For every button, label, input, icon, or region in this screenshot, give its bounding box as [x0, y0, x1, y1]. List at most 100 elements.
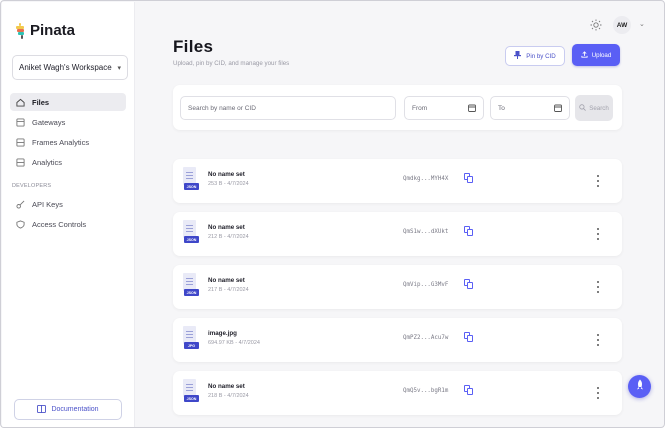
more-options-icon[interactable] — [596, 334, 599, 346]
brand-name: Pinata — [30, 22, 76, 39]
page-title: Files — [173, 37, 214, 56]
file-cid: QmVip...G3MvF — [403, 282, 449, 288]
copy-icon[interactable] — [464, 226, 474, 236]
workspace-name: Aniket Wagh's Workspace — [19, 63, 112, 72]
copy-icon[interactable] — [464, 173, 474, 183]
json-file-icon: JSON — [183, 220, 199, 244]
file-name[interactable]: No name set — [208, 383, 245, 390]
file-date: 4/7/2024 — [227, 234, 249, 240]
shield-icon — [16, 219, 25, 229]
sidebar: Pinata Aniket Wagh's Workspace ▾ Files G… — [2, 2, 135, 427]
search-placeholder: Search by name or CID — [188, 104, 256, 112]
file-meta: 694.97 KB - 4/7/2024 — [208, 340, 260, 346]
sidebar-item-access-controls[interactable]: Access Controls — [10, 215, 126, 233]
chevron-down-icon: ▾ — [117, 64, 121, 72]
upload-label: Upload — [591, 51, 612, 59]
more-options-icon[interactable] — [596, 228, 599, 240]
sidebar-item-api-keys[interactable]: API Keys — [10, 195, 126, 213]
chevron-down-icon[interactable]: ⌄ — [639, 20, 645, 28]
file-type-badge: JSON — [184, 183, 199, 190]
file-cid: QmQ5v...bgR1m — [403, 388, 449, 394]
search-button-label: Search — [589, 104, 609, 112]
file-name[interactable]: image.jpg — [208, 330, 237, 337]
file-date: 4/7/2024 — [227, 181, 249, 187]
file-row[interactable]: JSON No name set 253 B - 4/7/2024 Qmdkg.… — [173, 159, 622, 203]
file-cid: Qmdkg...MYH4X — [403, 176, 449, 182]
file-date: 4/7/2024 — [227, 393, 249, 399]
sidebar-item-frames-analytics[interactable]: Frames Analytics — [10, 133, 126, 151]
file-row[interactable]: JSON No name set 217 B - 4/7/2024 QmVip.… — [173, 265, 622, 309]
file-size: 218 B — [208, 393, 223, 399]
upload-icon — [581, 50, 588, 60]
more-options-icon[interactable] — [596, 175, 599, 187]
file-type-badge: JPG — [184, 342, 199, 349]
frames-icon — [16, 137, 25, 147]
file-meta: 212 B - 4/7/2024 — [208, 234, 249, 240]
file-meta: 253 B - 4/7/2024 — [208, 181, 249, 187]
documentation-label: Documentation — [51, 406, 99, 413]
file-row[interactable]: JSON No name set 212 B - 4/7/2024 QmS1w.… — [173, 212, 622, 256]
sidebar-item-gateways[interactable]: Gateways — [10, 113, 126, 131]
pinata-logo[interactable]: Pinata — [15, 22, 75, 39]
file-type-badge: JSON — [184, 236, 199, 243]
search-icon — [579, 103, 587, 113]
pin-by-cid-button[interactable]: Pin by CID — [505, 46, 565, 66]
file-name[interactable]: No name set — [208, 277, 245, 284]
key-icon — [16, 200, 25, 209]
sidebar-item-label: API Keys — [32, 199, 63, 209]
file-date: 4/7/2024 — [238, 340, 260, 346]
more-options-icon[interactable] — [596, 281, 599, 293]
calendar-icon[interactable] — [554, 104, 562, 112]
book-icon — [37, 404, 47, 415]
file-type-badge: JSON — [184, 289, 199, 296]
workspace-selector[interactable]: Aniket Wagh's Workspace ▾ — [12, 55, 128, 80]
file-meta: 217 B - 4/7/2024 — [208, 287, 249, 293]
rocket-icon — [635, 379, 645, 394]
from-date-input[interactable]: From — [404, 96, 484, 120]
file-row[interactable]: JPG image.jpg 694.97 KB - 4/7/2024 QmPZ2… — [173, 318, 622, 362]
file-name[interactable]: No name set — [208, 224, 245, 231]
file-meta: 218 B - 4/7/2024 — [208, 393, 249, 399]
sidebar-item-label: Access Controls — [32, 219, 87, 229]
to-date-input[interactable]: To — [490, 96, 570, 120]
sidebar-item-analytics[interactable]: Analytics — [10, 153, 126, 171]
sidebar-item-label: Gateways — [32, 117, 66, 127]
file-cid: QmPZ2...Acu7w — [403, 335, 449, 341]
to-label: To — [498, 104, 505, 112]
sidebar-item-label: Analytics — [32, 157, 63, 167]
calendar-icon[interactable] — [468, 104, 476, 112]
json-file-icon: JSON — [183, 379, 199, 403]
file-name[interactable]: No name set — [208, 171, 245, 178]
documentation-button[interactable]: Documentation — [14, 399, 122, 420]
theme-toggle-sun-icon[interactable] — [590, 18, 602, 31]
avatar[interactable]: AW — [613, 16, 631, 34]
pin-by-cid-label: Pin by CID — [526, 52, 556, 60]
home-icon — [16, 98, 25, 107]
file-row[interactable]: JSON No name set 218 B - 4/7/2024 QmQ5v.… — [173, 371, 622, 415]
file-size: 212 B — [208, 234, 223, 240]
app-window: Pinata Aniket Wagh's Workspace ▾ Files G… — [0, 0, 665, 428]
file-size: 694.97 KB — [208, 340, 234, 346]
upload-button[interactable]: Upload — [572, 44, 620, 66]
file-type-badge: JSON — [184, 395, 199, 402]
search-input[interactable]: Search by name or CID — [180, 96, 396, 120]
sidebar-item-label: Files — [32, 97, 50, 107]
file-size: 253 B — [208, 181, 223, 187]
pin-icon — [514, 51, 522, 61]
file-cid: QmS1w...dXUkt — [403, 229, 449, 235]
copy-icon[interactable] — [464, 279, 474, 289]
search-button[interactable]: Search — [575, 95, 613, 121]
copy-icon[interactable] — [464, 385, 474, 395]
analytics-icon — [16, 157, 25, 167]
developers-section-label: DEVELOPERS — [12, 183, 52, 189]
more-options-icon[interactable] — [596, 387, 599, 399]
chat-help-button[interactable] — [628, 375, 651, 398]
sidebar-item-files[interactable]: Files — [10, 93, 126, 111]
json-file-icon: JSON — [183, 273, 199, 297]
pinata-logo-icon — [15, 22, 27, 39]
json-file-icon: JSON — [183, 167, 199, 191]
gateway-icon — [16, 117, 25, 127]
copy-icon[interactable] — [464, 332, 474, 342]
file-size: 217 B — [208, 287, 223, 293]
sidebar-item-label: Frames Analytics — [32, 137, 90, 147]
